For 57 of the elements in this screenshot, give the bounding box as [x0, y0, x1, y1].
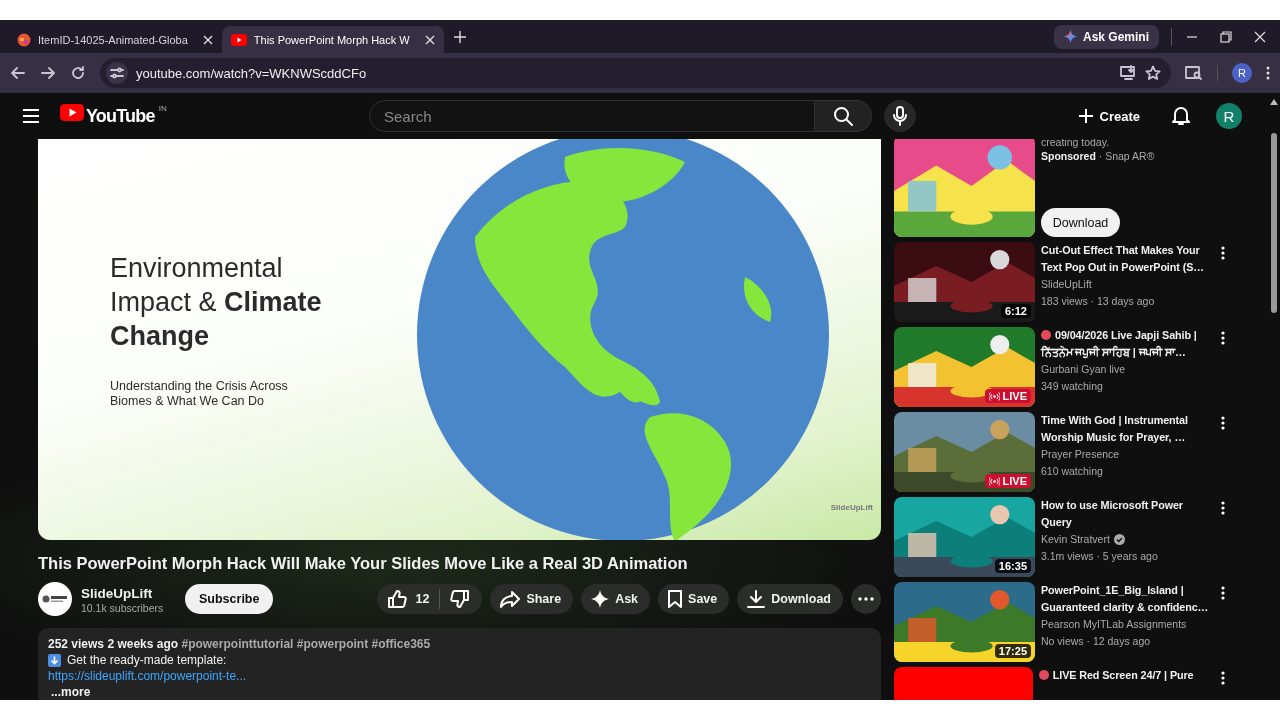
browser-tab[interactable]: ItemID-14025-Animated-Globa [8, 26, 222, 53]
video-meta: 183 views · 13 days ago [1041, 294, 1155, 309]
duration-badge: 16:35 [994, 559, 1031, 573]
view-count: 252 views [48, 637, 105, 651]
like-button[interactable]: 12 [377, 584, 440, 614]
live-badge: LIVE [984, 389, 1031, 403]
hashtag-link[interactable]: #office365 [371, 637, 431, 651]
channel-name[interactable]: SlideUpLift [1041, 276, 1092, 293]
youtube-logo[interactable]: YouTube $^{IN}$ [60, 104, 167, 128]
hashtag-link[interactable]: #powerpoint [296, 637, 369, 651]
description-text: Get the ready-made template: [67, 652, 227, 668]
advertiser-name: Snap AR® [1105, 150, 1155, 162]
channel-name[interactable]: SlideUpLift [81, 584, 173, 602]
template-link[interactable]: https://slideuplift.com/powerpoint-te... [48, 669, 247, 683]
slide-subtitle: Understanding the Crisis Across Biomes & What We Can Do [110, 379, 289, 409]
video-meta: No views · 12 days ago [1041, 634, 1151, 649]
share-button[interactable]: Share [490, 584, 574, 614]
channel-name[interactable]: Pearson MyITLab Assignments [1041, 616, 1187, 633]
create-button[interactable]: Create [1069, 100, 1148, 132]
ad-text: creating today. [1041, 139, 1111, 149]
search-field[interactable]: Search [369, 100, 815, 132]
duration-badge: 17:25 [994, 644, 1031, 658]
save-button[interactable]: Save [658, 584, 730, 614]
more-link[interactable]: ...more [48, 685, 91, 699]
hashtag-link[interactable]: #powerpointtutorial [181, 637, 294, 651]
video-title[interactable]: Cut-Out Effect That Makes Your Text Pop Out in PowerPoint (S… [1041, 242, 1210, 276]
upload-age: 2 weeks ago [107, 637, 179, 651]
channel-name[interactable]: Kevin Stratvert [1041, 531, 1110, 548]
slide-title: Environmental Impact & Climate Change [110, 252, 323, 353]
sponsored-label: Sponsored [1041, 150, 1096, 162]
video-meta: 3.1m views · 5 years ago [1041, 549, 1158, 564]
account-avatar[interactable]: R [1216, 103, 1242, 129]
profile-avatar[interactable]: R [1232, 63, 1252, 83]
video-title[interactable]: Time With God | Instrumental Worship Music for Prayer, … [1041, 412, 1210, 446]
channel-name[interactable]: Gurbani Gyan live [1041, 361, 1126, 378]
video-meta: 610 watching [1041, 464, 1103, 479]
video-title[interactable]: PowerPoint_1E_Big_Island | Guaranteed clarity & confidenc… [1041, 582, 1210, 616]
ad-download-button[interactable]: Download [1041, 208, 1120, 237]
video-title[interactable]: How to use Microsoft Power Query [1041, 497, 1210, 531]
browser-tab[interactable]: This PowerPoint Morph Hack W [221, 26, 444, 53]
address-bar[interactable]: youtube.com/watch?v=WKNWScddCFo [100, 58, 1171, 88]
ask-gemini-button[interactable]: Ask Gemini [1053, 24, 1159, 49]
video-title: This PowerPoint Morph Hack Will Make Your Slides Move Like a Real 3D Animation [38, 553, 689, 574]
channel-name[interactable]: Prayer Presence [1041, 446, 1120, 463]
ask-button[interactable]: Ask [581, 584, 651, 614]
live-badge: LIVE [984, 474, 1031, 488]
url-text: youtube.com/watch?v=WKNWScddCFo [136, 65, 368, 81]
description-panel[interactable]: 252 views 2 weeks ago #powerpointtutorial #powerpoint #office365 Get the ready-made template: https://slideuplift.com/powerpoint-te... ...more [38, 628, 881, 700]
video-title[interactable]: LIVE Red Screen 24/7 | Pure [1038, 667, 1210, 684]
subscriber-count: 10.1k subscribers [81, 601, 165, 614]
video-meta: 349 watching [1041, 379, 1103, 394]
separator-dot: · [1098, 150, 1103, 162]
video-title[interactable]: 09/04/2026 Live Japji Sahib | ਨਿੱਤਨੇਮ ਜਪੁਜੀ ਸਾਹਿਬ | ਜਪਜੀ ਸਾ… [1041, 327, 1210, 361]
slide-brand-text: SlideUpLift [830, 503, 873, 512]
subscribe-button[interactable]: Subscribe [185, 584, 274, 614]
duration-badge: 6:12 [1000, 304, 1031, 318]
download-button[interactable]: Download [737, 584, 843, 614]
